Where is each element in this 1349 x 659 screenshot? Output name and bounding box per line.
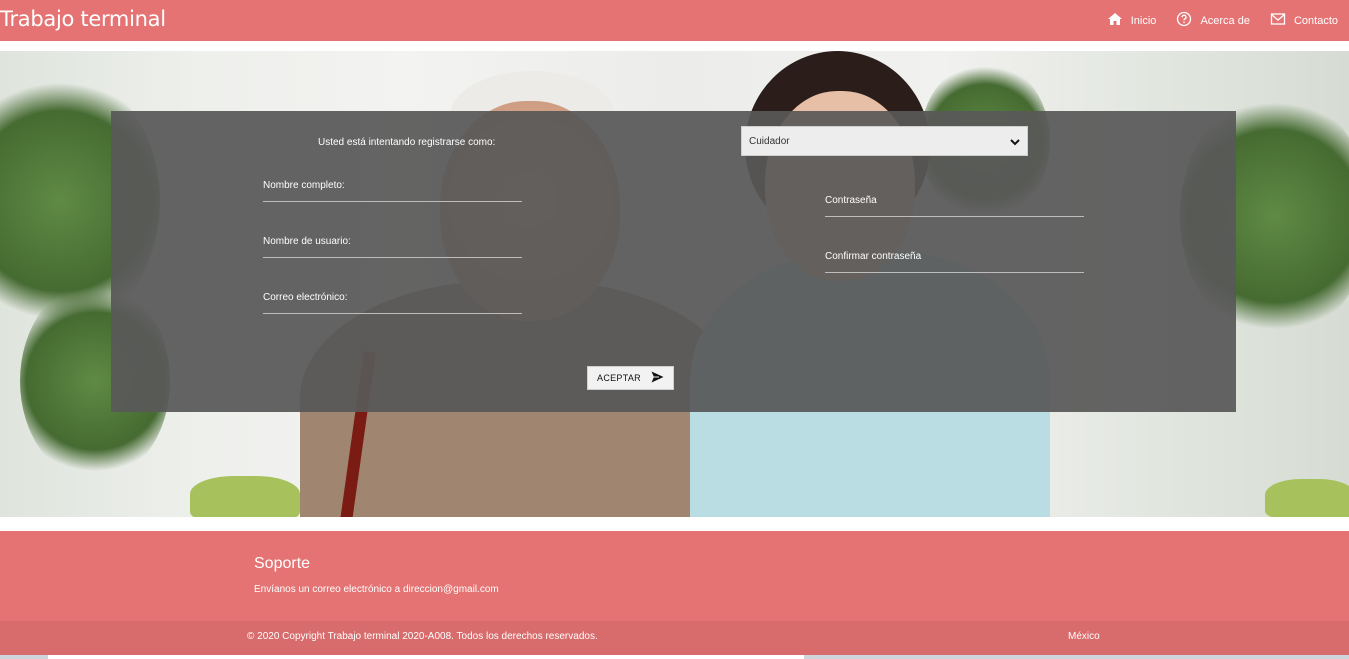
home-icon [1107,11,1123,30]
confirm-password-label: Confirmar contraseña [825,251,922,262]
pillow-decoration [1265,479,1349,517]
password-label: Contraseña [825,195,877,206]
copyright-text: © 2020 Copyright Trabajo terminal 2020-A… [247,631,598,642]
top-navbar: Trabajo terminal Inicio Acerca de Contac… [0,0,1349,41]
pillow-decoration [190,476,300,517]
footer-contact-text: Envíanos un correo electrónico a direcci… [254,584,499,595]
nav-item-label: Inicio [1130,14,1157,27]
help-circle-icon [1176,11,1192,30]
footer-title: Soporte [254,555,311,572]
accept-button[interactable]: ACEPTAR [587,366,674,390]
full-name-label: Nombre completo: [263,180,345,191]
footer: Soporte Envíanos un correo electrónico a… [0,531,1349,621]
email-input[interactable] [263,313,522,314]
username-input[interactable] [263,257,522,258]
chevron-down-icon [1009,136,1021,148]
role-select[interactable]: Cuidador [741,126,1028,156]
role-prompt-label: Usted está intentando registrarse como: [318,137,496,148]
nav-item-label: Acerca de [1200,14,1250,27]
nav-item-acerca[interactable]: Acerca de [1176,11,1250,30]
role-select-value: Cuidador [749,135,790,147]
horizontal-scrollbar-thumb[interactable] [48,655,804,659]
nav-item-inicio[interactable]: Inicio [1107,11,1157,30]
footer-bottom-bar: © 2020 Copyright Trabajo terminal 2020-A… [0,621,1349,655]
registration-form-panel: Usted está intentando registrarse como: … [111,111,1236,412]
country-text: México [1068,631,1100,642]
confirm-password-input[interactable] [825,272,1084,273]
username-label: Nombre de usuario: [263,236,351,247]
brand-title[interactable]: Trabajo terminal [0,7,166,31]
password-input[interactable] [825,216,1084,217]
send-icon [651,371,664,385]
nav-item-label: Contacto [1293,14,1338,27]
full-name-input[interactable] [263,201,522,202]
email-label: Correo electrónico: [263,292,348,303]
nav-links: Inicio Acerca de Contacto [1087,11,1338,30]
nav-item-contacto[interactable]: Contacto [1270,11,1338,30]
accept-button-label: ACEPTAR [597,373,641,383]
mail-icon [1270,11,1286,30]
